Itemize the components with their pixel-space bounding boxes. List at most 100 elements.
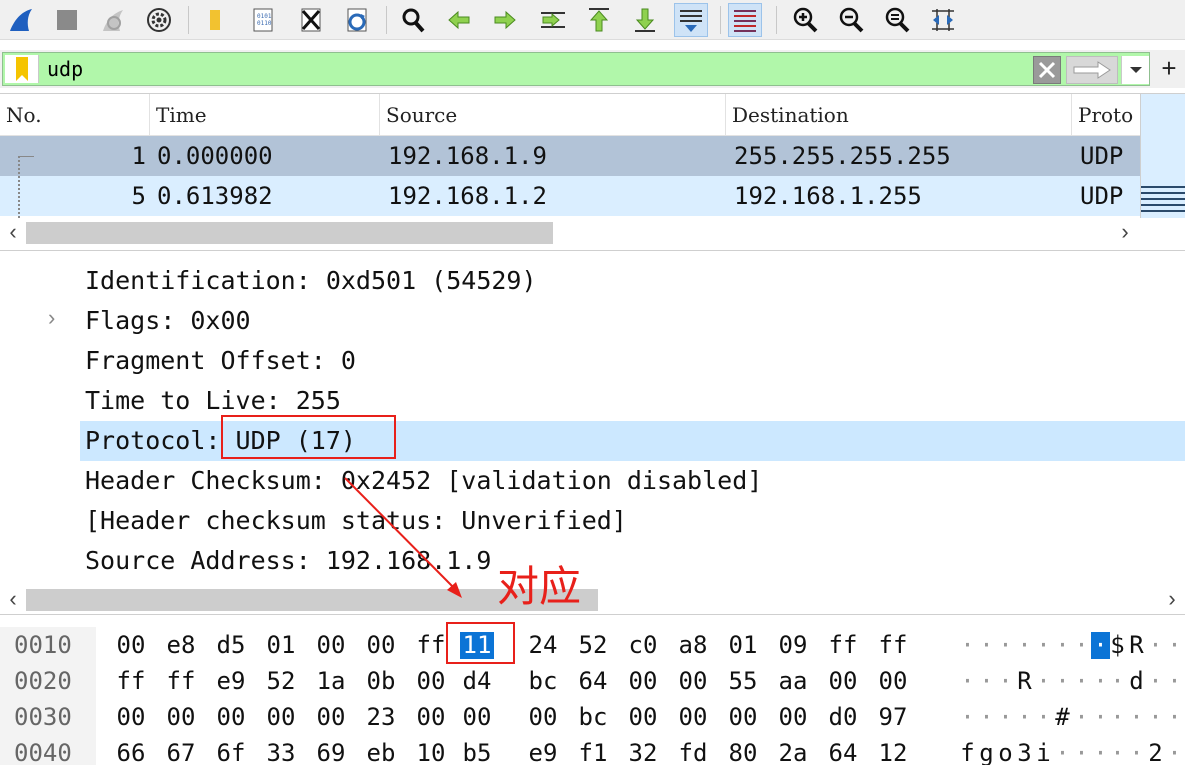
hex-byte[interactable]: 00 (526, 699, 560, 735)
save-file-icon[interactable]: 0101 0110 (246, 3, 280, 37)
close-file-icon[interactable] (294, 3, 328, 37)
packet-minimap[interactable] (1140, 94, 1185, 218)
hex-byte[interactable]: 97 (876, 699, 910, 735)
hex-byte[interactable]: 69 (314, 735, 348, 765)
detail-flags[interactable]: Flags: 0x00 (80, 301, 1185, 341)
hex-byte[interactable]: 00 (314, 699, 348, 735)
display-filter-input[interactable] (43, 55, 1028, 83)
hex-byte[interactable]: 00 (214, 699, 248, 735)
detail-protocol[interactable]: Protocol: UDP (17) (80, 421, 1185, 461)
hex-ascii-char[interactable]: · (1146, 699, 1165, 735)
hex-byte[interactable]: 00 (676, 699, 710, 735)
hex-ascii-char[interactable]: · (1053, 627, 1072, 663)
hex-byte[interactable]: ff (164, 663, 198, 699)
hex-ascii-char[interactable]: · (1127, 735, 1146, 765)
back-icon[interactable] (442, 3, 476, 37)
hex-byte[interactable]: 00 (876, 663, 910, 699)
hex-byte[interactable]: d5 (214, 627, 248, 663)
hex-ascii-char[interactable]: · (1072, 735, 1091, 765)
detail-identification[interactable]: Identification: 0xd501 (54529) (80, 261, 1185, 301)
column-header-time[interactable]: Time (150, 94, 380, 136)
chevron-down-icon[interactable] (1121, 56, 1149, 84)
packet-list-hscrollbar[interactable]: ‹ › (0, 218, 1185, 246)
hex-byte[interactable]: 00 (826, 663, 860, 699)
shark-fin-icon[interactable] (4, 3, 38, 37)
hex-ascii-char[interactable]: o (996, 735, 1015, 765)
hex-ascii-char[interactable]: · (977, 627, 996, 663)
hex-byte[interactable]: 09 (776, 627, 810, 663)
resize-columns-icon[interactable] (926, 3, 960, 37)
hex-ascii-char[interactable]: g (977, 735, 996, 765)
hex-ascii-char[interactable]: · (977, 663, 996, 699)
hex-byte[interactable]: 00 (264, 699, 298, 735)
hex-byte[interactable]: 00 (364, 627, 398, 663)
find-icon[interactable] (396, 3, 430, 37)
detail-ttl[interactable]: Time to Live: 255 (80, 381, 1185, 421)
hex-byte[interactable]: 00 (626, 663, 660, 699)
hex-byte[interactable]: bc (526, 663, 560, 699)
hex-ascii-char[interactable]: · (1015, 627, 1034, 663)
detail-fragment-offset[interactable]: Fragment Offset: 0 (80, 341, 1185, 381)
goto-icon[interactable] (536, 3, 570, 37)
forward-icon[interactable] (488, 3, 522, 37)
hex-byte[interactable]: 00 (314, 627, 348, 663)
hex-ascii-char[interactable]: · (1053, 735, 1072, 765)
hex-byte[interactable]: 24 (526, 627, 560, 663)
packet-row[interactable]: 1 0.000000 192.168.1.9 255.255.255.255 U… (0, 136, 1140, 176)
hex-ascii-char[interactable]: # (1053, 699, 1072, 735)
hex-byte[interactable]: eb (364, 735, 398, 765)
hex-ascii-char[interactable]: · (1034, 699, 1053, 735)
hex-byte[interactable]: d0 (826, 699, 860, 735)
hex-byte[interactable]: ff (414, 627, 448, 663)
hex-byte[interactable]: 00 (676, 663, 710, 699)
hex-byte[interactable]: e9 (526, 735, 560, 765)
detail-source-address[interactable]: Source Address: 192.168.1.9 (80, 541, 1185, 581)
hex-ascii-char[interactable]: · (958, 699, 977, 735)
hex-byte[interactable]: 33 (264, 735, 298, 765)
column-header-protocol[interactable]: Proto (1072, 94, 1140, 136)
bookmark-icon[interactable] (5, 55, 39, 83)
hex-ascii-char[interactable]: · (1072, 699, 1091, 735)
hex-byte[interactable]: 1a (314, 663, 348, 699)
hex-ascii-char[interactable]: R (1127, 627, 1146, 663)
hex-byte[interactable]: 00 (460, 699, 494, 735)
hex-ascii-char[interactable]: 2 (1146, 735, 1165, 765)
hex-byte[interactable]: 00 (726, 699, 760, 735)
hex-ascii-char[interactable]: · (958, 663, 977, 699)
clear-filter-icon[interactable] (1033, 56, 1061, 84)
column-header-source[interactable]: Source (380, 94, 726, 136)
hex-byte[interactable]: fd (676, 735, 710, 765)
hex-byte[interactable]: b5 (460, 735, 494, 765)
hex-byte[interactable]: 00 (114, 627, 148, 663)
last-icon[interactable] (628, 3, 662, 37)
hex-byte[interactable]: 01 (264, 627, 298, 663)
scroll-right-icon[interactable]: › (1159, 585, 1185, 613)
zoom-out-icon[interactable] (834, 3, 868, 37)
hex-ascii-char[interactable]: d (1127, 663, 1146, 699)
hex-byte[interactable]: 66 (114, 735, 148, 765)
hex-byte[interactable]: 10 (414, 735, 448, 765)
hex-byte[interactable]: 2a (776, 735, 810, 765)
restart-icon[interactable] (96, 3, 130, 37)
column-header-destination[interactable]: Destination (726, 94, 1072, 136)
open-file-icon[interactable] (198, 3, 232, 37)
scroll-thumb[interactable] (26, 222, 553, 244)
hex-byte[interactable]: 80 (726, 735, 760, 765)
hex-byte[interactable]: 01 (726, 627, 760, 663)
hex-byte[interactable]: 32 (626, 735, 660, 765)
hex-byte[interactable]: bc (576, 699, 610, 735)
hex-byte[interactable]: ff (876, 627, 910, 663)
hex-byte[interactable]: 12 (876, 735, 910, 765)
hex-byte[interactable]: e8 (164, 627, 198, 663)
hex-byte[interactable]: c0 (626, 627, 660, 663)
hex-ascii-char[interactable]: · (1015, 699, 1034, 735)
hex-ascii-char[interactable]: · (1108, 663, 1127, 699)
hex-ascii-char[interactable]: · (1165, 735, 1184, 765)
first-icon[interactable] (582, 3, 616, 37)
reload-icon[interactable] (340, 3, 374, 37)
hex-byte[interactable]: 52 (576, 627, 610, 663)
hex-ascii-char[interactable]: · (977, 699, 996, 735)
hex-byte[interactable]: 00 (414, 699, 448, 735)
hex-ascii-char[interactable]: · (1127, 699, 1146, 735)
hex-byte[interactable]: 11 (460, 632, 494, 659)
